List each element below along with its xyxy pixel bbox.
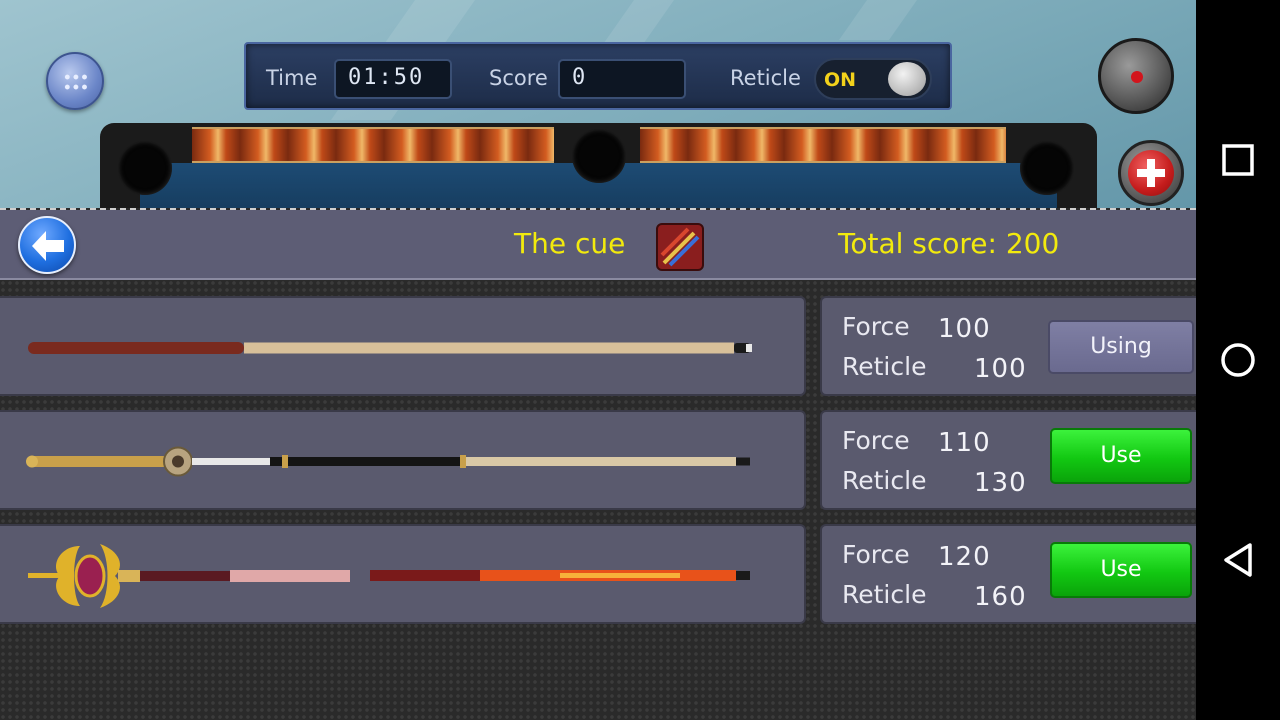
use-button[interactable]: Use [1050,428,1192,484]
total-score: Total score: 200 [838,227,1060,260]
use-button[interactable]: Use [1050,542,1192,598]
cue-shop-panel: The cue Total score: 200 Force 100 Retic… [0,208,1196,720]
cue-stats: Force 120 Reticle 160 Use [820,524,1196,624]
score-label: Score [489,66,548,90]
score-value: 0 [558,59,686,99]
cue-stick-ornate-icon [26,446,750,477]
reticle-label: Reticle [730,66,801,90]
cue-row: Force 100 Reticle 100 Using [0,296,1196,396]
force-label: Force [842,540,910,569]
cue-stick-basic-icon [28,342,752,354]
reticle-stat-value: 130 [974,468,1027,498]
force-label: Force [842,312,910,341]
triangle-icon[interactable] [1218,540,1258,580]
grid-menu-icon [63,72,89,92]
reticle-stat-label: Reticle [842,466,927,495]
cue-preview [0,296,806,396]
hud-bar: Time 01:50 Score 0 Reticle ON [244,42,952,110]
cue-shop-header: The cue Total score: 200 [0,210,1196,280]
cue-preview [0,410,806,510]
square-icon[interactable] [1218,140,1258,180]
back-button[interactable] [18,216,76,274]
record-icon [1131,71,1143,83]
toggle-knob [888,62,926,96]
time-label: Time [266,66,318,90]
floor-stripe [838,0,932,40]
reticle-toggle[interactable]: ON [814,58,932,100]
rail-ornament [192,127,554,163]
rail-ornament [640,127,1006,163]
reticle-toggle-state: ON [824,69,857,91]
circle-icon[interactable] [1218,340,1258,380]
plus-icon [1128,150,1174,196]
reticle-stat-value: 160 [974,582,1027,612]
record-button[interactable] [1098,38,1174,114]
pocket [118,141,172,195]
reticle-stat-label: Reticle [842,352,927,381]
time-value: 01:50 [334,59,452,99]
page-title: The cue [514,227,626,260]
pocket [572,129,626,183]
cue-stick-royal-icon [28,544,750,608]
android-nav-bar [1196,0,1280,720]
cue-row: Force 120 Reticle 160 Use [0,524,1196,624]
force-label: Force [842,426,910,455]
force-value: 120 [938,542,991,572]
reticle-stat-label: Reticle [842,580,927,609]
pocket [1020,141,1074,195]
pool-table-rail [100,123,1097,213]
cue-preview [0,524,806,624]
cue-stats: Force 110 Reticle 130 Use [820,410,1196,510]
force-value: 110 [938,428,991,458]
add-button[interactable] [1118,140,1184,206]
reticle-stat-value: 100 [974,354,1027,384]
menu-button[interactable] [46,52,104,110]
back-arrow-icon [32,231,64,261]
force-value: 100 [938,314,991,344]
using-button[interactable]: Using [1048,320,1194,374]
cue-stats: Force 100 Reticle 100 Using [820,296,1196,396]
cue-category-icon [656,223,704,271]
cue-row: Force 110 Reticle 130 Use [0,410,1196,510]
